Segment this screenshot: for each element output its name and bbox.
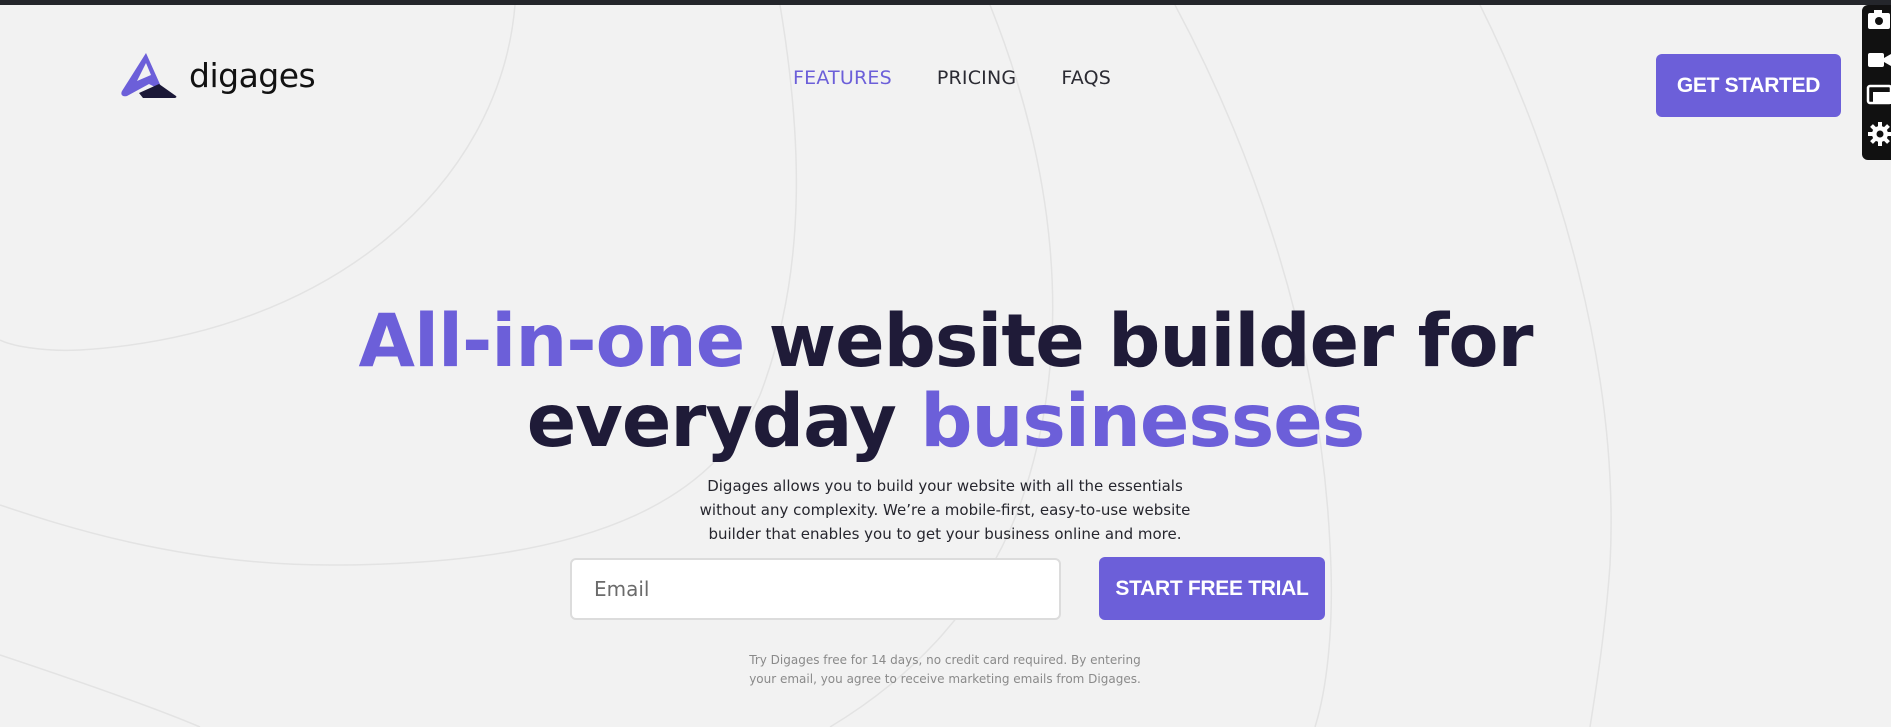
hero-title-text-2: everyday (526, 379, 921, 464)
logo-icon (121, 53, 177, 98)
logo-text: digages (189, 55, 316, 95)
hero-title-text-1: website builder for (744, 299, 1534, 384)
hero-title-accent-2: businesses (920, 379, 1365, 464)
start-free-trial-button[interactable]: START FREE TRIAL (1099, 557, 1325, 620)
get-started-button[interactable]: GET STARTED (1656, 54, 1841, 117)
logo[interactable]: digages (119, 51, 316, 99)
camera-icon[interactable] (1866, 7, 1891, 32)
side-toolbar (1862, 5, 1891, 160)
site-header: digages FEATURES PRICING FAQS GET STARTE… (0, 5, 1891, 155)
nav-link-pricing[interactable]: PRICING (937, 67, 1016, 89)
hero-title-accent-1: All-in-one (358, 299, 745, 384)
hero-subtitle: Digages allows you to build your website… (699, 477, 1191, 543)
gear-icon[interactable] (1866, 121, 1891, 146)
screen-icon[interactable] (1866, 83, 1891, 108)
hero-title: All-in-one website builder for everyday … (300, 302, 1591, 462)
trial-disclaimer: Try Digages free for 14 days, no credit … (749, 653, 1141, 686)
nav-link-faqs[interactable]: FAQS (1061, 67, 1111, 89)
nav-link-features[interactable]: FEATURES (793, 67, 892, 89)
main-nav: FEATURES PRICING FAQS (793, 67, 1111, 89)
video-icon[interactable] (1866, 47, 1891, 72)
email-input[interactable] (570, 558, 1061, 620)
